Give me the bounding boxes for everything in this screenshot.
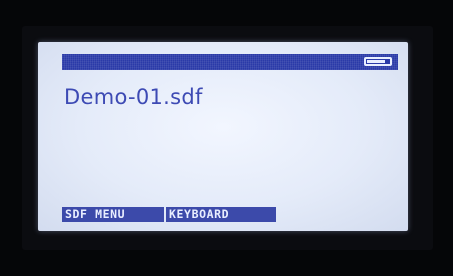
softkey-bar: SDF MENU KEYBOARD (62, 207, 276, 222)
status-bar (62, 54, 398, 70)
lcd-screen: Demo-01.sdf SDF MENU KEYBOARD (38, 42, 408, 231)
current-file-name: Demo-01.sdf (64, 85, 203, 109)
keyboard-softkey[interactable]: KEYBOARD (166, 207, 276, 222)
battery-level-fill (367, 60, 385, 63)
sdf-menu-softkey[interactable]: SDF MENU (62, 207, 164, 222)
battery-icon (364, 57, 392, 66)
device-frame: Demo-01.sdf SDF MENU KEYBOARD (0, 0, 453, 276)
